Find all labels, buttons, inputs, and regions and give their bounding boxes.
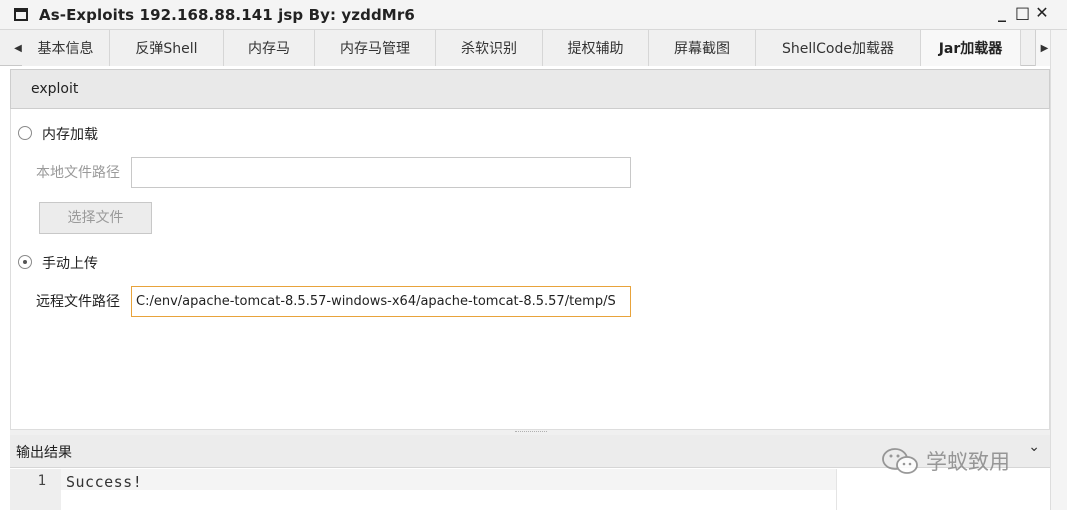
divider-grip[interactable]	[515, 431, 547, 432]
tab-memshell-manage[interactable]: 内存马管理	[315, 30, 436, 66]
window-controls: _ □ ✕	[995, 3, 1049, 22]
watermark: 学蚁致用	[880, 446, 1010, 476]
action-toolbar: exploit	[10, 69, 1050, 109]
remote-path-input[interactable]: C:/env/apache-tomcat-8.5.57-windows-x64/…	[131, 286, 631, 317]
tab-label: ShellCode加载器	[782, 41, 894, 57]
tab-memshell[interactable]: 内存马	[224, 30, 315, 66]
tab-screenshot[interactable]: 屏幕截图	[649, 30, 756, 66]
tab-bar: ◀ 基本信息 反弹Shell 内存马 内存马管理 杀软识别 提权辅助 屏幕截图 …	[0, 30, 1067, 66]
tab-av-detect[interactable]: 杀软识别	[436, 30, 543, 66]
window-icon	[14, 8, 28, 21]
tab-jar-loader[interactable]: Jar加载器	[921, 30, 1021, 66]
chevron-down-icon[interactable]: ⌄	[1028, 439, 1040, 455]
exploit-button[interactable]: exploit	[31, 81, 78, 97]
local-path-label: 本地文件路径	[36, 165, 120, 181]
tab-basic-info[interactable]: 基本信息	[22, 30, 110, 66]
line-number: 1	[37, 473, 46, 489]
window-right-edge	[1050, 30, 1067, 510]
window-title: As-Exploits 192.168.88.141 jsp By: yzddM…	[39, 5, 415, 24]
title-bar: As-Exploits 192.168.88.141 jsp By: yzddM…	[0, 0, 1067, 30]
tab-label: 内存马	[248, 41, 290, 57]
manual-upload-label: 手动上传	[42, 256, 98, 272]
tab-reverse-shell[interactable]: 反弹Shell	[110, 30, 224, 66]
tab-label: 反弹Shell	[135, 41, 198, 57]
output-title: 输出结果	[16, 445, 72, 461]
tab-shellcode-loader[interactable]: ShellCode加载器	[756, 30, 921, 66]
tab-label: 屏幕截图	[674, 41, 730, 57]
form-panel: 内存加载 本地文件路径 选择文件 手动上传 远程文件路径 C:/env/apac…	[10, 109, 1050, 429]
wechat-icon	[882, 448, 918, 474]
tab-list: 基本信息 反弹Shell 内存马 内存马管理 杀软识别 提权辅助 屏幕截图 Sh…	[22, 30, 1021, 66]
tab-label: 杀软识别	[461, 41, 517, 57]
output-line: Success!	[66, 473, 143, 491]
memory-load-label: 内存加载	[42, 127, 98, 143]
minimize-button[interactable]: _	[995, 3, 1009, 22]
maximize-button[interactable]: □	[1015, 3, 1030, 22]
editor-margin-line	[836, 469, 837, 510]
memory-load-radio[interactable]	[18, 126, 32, 140]
tab-label: 基本信息	[37, 41, 94, 57]
remote-path-label: 远程文件路径	[36, 294, 120, 310]
tab-label: 内存马管理	[340, 41, 410, 57]
tab-label: Jar加载器	[938, 41, 1003, 57]
manual-upload-radio[interactable]	[18, 255, 32, 269]
choose-file-button[interactable]: 选择文件	[39, 202, 152, 234]
close-button[interactable]: ✕	[1035, 3, 1049, 22]
active-line-highlight	[61, 469, 836, 490]
watermark-text: 学蚁致用	[926, 450, 1010, 474]
tab-label: 提权辅助	[567, 41, 624, 57]
local-path-input[interactable]	[131, 157, 631, 188]
tab-privesc[interactable]: 提权辅助	[543, 30, 649, 66]
